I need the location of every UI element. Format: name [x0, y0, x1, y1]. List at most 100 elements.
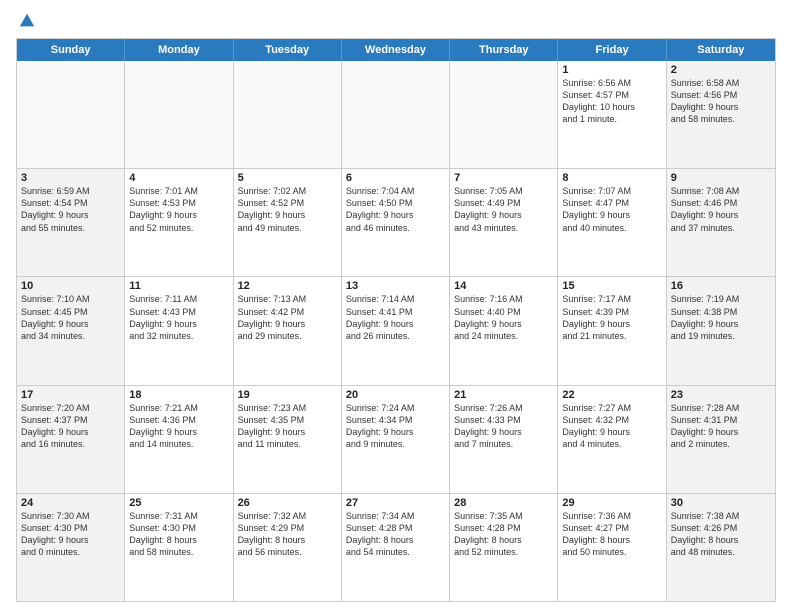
day-number: 19	[238, 389, 337, 401]
day-info: Sunrise: 7:14 AMSunset: 4:41 PMDaylight:…	[346, 293, 445, 342]
page: SundayMondayTuesdayWednesdayThursdayFrid…	[0, 0, 792, 612]
cal-header-tuesday: Tuesday	[234, 39, 342, 61]
cal-header-monday: Monday	[125, 39, 233, 61]
day-info: Sunrise: 7:16 AMSunset: 4:40 PMDaylight:…	[454, 293, 553, 342]
cal-cell-day-26: 26Sunrise: 7:32 AMSunset: 4:29 PMDayligh…	[234, 494, 342, 601]
day-number: 22	[562, 389, 661, 401]
calendar-body: 1Sunrise: 6:56 AMSunset: 4:57 PMDaylight…	[17, 61, 775, 601]
cal-cell-day-30: 30Sunrise: 7:38 AMSunset: 4:26 PMDayligh…	[667, 494, 775, 601]
day-number: 2	[671, 64, 771, 76]
cal-cell-day-28: 28Sunrise: 7:35 AMSunset: 4:28 PMDayligh…	[450, 494, 558, 601]
cal-cell-day-25: 25Sunrise: 7:31 AMSunset: 4:30 PMDayligh…	[125, 494, 233, 601]
cal-header-wednesday: Wednesday	[342, 39, 450, 61]
day-number: 8	[562, 172, 661, 184]
day-info: Sunrise: 7:38 AMSunset: 4:26 PMDaylight:…	[671, 510, 771, 559]
cal-header-saturday: Saturday	[667, 39, 775, 61]
day-info: Sunrise: 7:28 AMSunset: 4:31 PMDaylight:…	[671, 402, 771, 451]
cal-cell-day-23: 23Sunrise: 7:28 AMSunset: 4:31 PMDayligh…	[667, 386, 775, 493]
cal-cell-day-11: 11Sunrise: 7:11 AMSunset: 4:43 PMDayligh…	[125, 277, 233, 384]
day-number: 26	[238, 497, 337, 509]
header	[16, 12, 776, 30]
day-info: Sunrise: 7:21 AMSunset: 4:36 PMDaylight:…	[129, 402, 228, 451]
cal-cell-day-24: 24Sunrise: 7:30 AMSunset: 4:30 PMDayligh…	[17, 494, 125, 601]
day-info: Sunrise: 7:19 AMSunset: 4:38 PMDaylight:…	[671, 293, 771, 342]
cal-header-thursday: Thursday	[450, 39, 558, 61]
day-info: Sunrise: 7:11 AMSunset: 4:43 PMDaylight:…	[129, 293, 228, 342]
day-number: 30	[671, 497, 771, 509]
day-info: Sunrise: 6:58 AMSunset: 4:56 PMDaylight:…	[671, 77, 771, 126]
day-number: 23	[671, 389, 771, 401]
day-info: Sunrise: 7:36 AMSunset: 4:27 PMDaylight:…	[562, 510, 661, 559]
cal-cell-day-2: 2Sunrise: 6:58 AMSunset: 4:56 PMDaylight…	[667, 61, 775, 168]
day-number: 12	[238, 280, 337, 292]
cal-cell-empty	[17, 61, 125, 168]
cal-header-sunday: Sunday	[17, 39, 125, 61]
cal-cell-day-1: 1Sunrise: 6:56 AMSunset: 4:57 PMDaylight…	[558, 61, 666, 168]
cal-cell-day-20: 20Sunrise: 7:24 AMSunset: 4:34 PMDayligh…	[342, 386, 450, 493]
cal-cell-day-5: 5Sunrise: 7:02 AMSunset: 4:52 PMDaylight…	[234, 169, 342, 276]
cal-cell-empty	[125, 61, 233, 168]
day-number: 21	[454, 389, 553, 401]
day-info: Sunrise: 7:05 AMSunset: 4:49 PMDaylight:…	[454, 185, 553, 234]
day-number: 7	[454, 172, 553, 184]
day-number: 4	[129, 172, 228, 184]
cal-cell-empty	[450, 61, 558, 168]
day-info: Sunrise: 7:23 AMSunset: 4:35 PMDaylight:…	[238, 402, 337, 451]
day-number: 27	[346, 497, 445, 509]
day-info: Sunrise: 7:17 AMSunset: 4:39 PMDaylight:…	[562, 293, 661, 342]
day-info: Sunrise: 7:31 AMSunset: 4:30 PMDaylight:…	[129, 510, 228, 559]
day-info: Sunrise: 7:30 AMSunset: 4:30 PMDaylight:…	[21, 510, 120, 559]
day-number: 10	[21, 280, 120, 292]
cal-cell-day-14: 14Sunrise: 7:16 AMSunset: 4:40 PMDayligh…	[450, 277, 558, 384]
day-number: 1	[562, 64, 661, 76]
day-info: Sunrise: 7:32 AMSunset: 4:29 PMDaylight:…	[238, 510, 337, 559]
day-info: Sunrise: 7:04 AMSunset: 4:50 PMDaylight:…	[346, 185, 445, 234]
calendar-header-row: SundayMondayTuesdayWednesdayThursdayFrid…	[17, 39, 775, 61]
cal-cell-empty	[234, 61, 342, 168]
cal-row-1: 1Sunrise: 6:56 AMSunset: 4:57 PMDaylight…	[17, 61, 775, 168]
day-number: 16	[671, 280, 771, 292]
cal-cell-day-27: 27Sunrise: 7:34 AMSunset: 4:28 PMDayligh…	[342, 494, 450, 601]
day-info: Sunrise: 7:13 AMSunset: 4:42 PMDaylight:…	[238, 293, 337, 342]
cal-cell-day-21: 21Sunrise: 7:26 AMSunset: 4:33 PMDayligh…	[450, 386, 558, 493]
cal-cell-day-29: 29Sunrise: 7:36 AMSunset: 4:27 PMDayligh…	[558, 494, 666, 601]
day-info: Sunrise: 7:08 AMSunset: 4:46 PMDaylight:…	[671, 185, 771, 234]
day-info: Sunrise: 6:59 AMSunset: 4:54 PMDaylight:…	[21, 185, 120, 234]
day-number: 3	[21, 172, 120, 184]
cal-row-4: 17Sunrise: 7:20 AMSunset: 4:37 PMDayligh…	[17, 385, 775, 493]
cal-cell-day-13: 13Sunrise: 7:14 AMSunset: 4:41 PMDayligh…	[342, 277, 450, 384]
day-info: Sunrise: 7:20 AMSunset: 4:37 PMDaylight:…	[21, 402, 120, 451]
logo	[16, 12, 36, 30]
day-number: 28	[454, 497, 553, 509]
cal-cell-day-22: 22Sunrise: 7:27 AMSunset: 4:32 PMDayligh…	[558, 386, 666, 493]
cal-cell-day-3: 3Sunrise: 6:59 AMSunset: 4:54 PMDaylight…	[17, 169, 125, 276]
day-info: Sunrise: 7:34 AMSunset: 4:28 PMDaylight:…	[346, 510, 445, 559]
cal-cell-day-12: 12Sunrise: 7:13 AMSunset: 4:42 PMDayligh…	[234, 277, 342, 384]
cal-cell-day-15: 15Sunrise: 7:17 AMSunset: 4:39 PMDayligh…	[558, 277, 666, 384]
day-number: 24	[21, 497, 120, 509]
cal-row-3: 10Sunrise: 7:10 AMSunset: 4:45 PMDayligh…	[17, 276, 775, 384]
cal-header-friday: Friday	[558, 39, 666, 61]
day-number: 20	[346, 389, 445, 401]
cal-row-2: 3Sunrise: 6:59 AMSunset: 4:54 PMDaylight…	[17, 168, 775, 276]
day-info: Sunrise: 7:10 AMSunset: 4:45 PMDaylight:…	[21, 293, 120, 342]
cal-cell-day-6: 6Sunrise: 7:04 AMSunset: 4:50 PMDaylight…	[342, 169, 450, 276]
day-number: 9	[671, 172, 771, 184]
cal-cell-day-18: 18Sunrise: 7:21 AMSunset: 4:36 PMDayligh…	[125, 386, 233, 493]
day-number: 11	[129, 280, 228, 292]
cal-cell-day-9: 9Sunrise: 7:08 AMSunset: 4:46 PMDaylight…	[667, 169, 775, 276]
day-info: Sunrise: 7:01 AMSunset: 4:53 PMDaylight:…	[129, 185, 228, 234]
day-number: 5	[238, 172, 337, 184]
cal-cell-day-8: 8Sunrise: 7:07 AMSunset: 4:47 PMDaylight…	[558, 169, 666, 276]
day-info: Sunrise: 7:26 AMSunset: 4:33 PMDaylight:…	[454, 402, 553, 451]
day-info: Sunrise: 7:35 AMSunset: 4:28 PMDaylight:…	[454, 510, 553, 559]
cal-row-5: 24Sunrise: 7:30 AMSunset: 4:30 PMDayligh…	[17, 493, 775, 601]
day-number: 13	[346, 280, 445, 292]
day-info: Sunrise: 7:27 AMSunset: 4:32 PMDaylight:…	[562, 402, 661, 451]
cal-cell-day-16: 16Sunrise: 7:19 AMSunset: 4:38 PMDayligh…	[667, 277, 775, 384]
calendar: SundayMondayTuesdayWednesdayThursdayFrid…	[16, 38, 776, 602]
cal-cell-day-7: 7Sunrise: 7:05 AMSunset: 4:49 PMDaylight…	[450, 169, 558, 276]
day-number: 14	[454, 280, 553, 292]
day-number: 18	[129, 389, 228, 401]
cal-cell-day-17: 17Sunrise: 7:20 AMSunset: 4:37 PMDayligh…	[17, 386, 125, 493]
